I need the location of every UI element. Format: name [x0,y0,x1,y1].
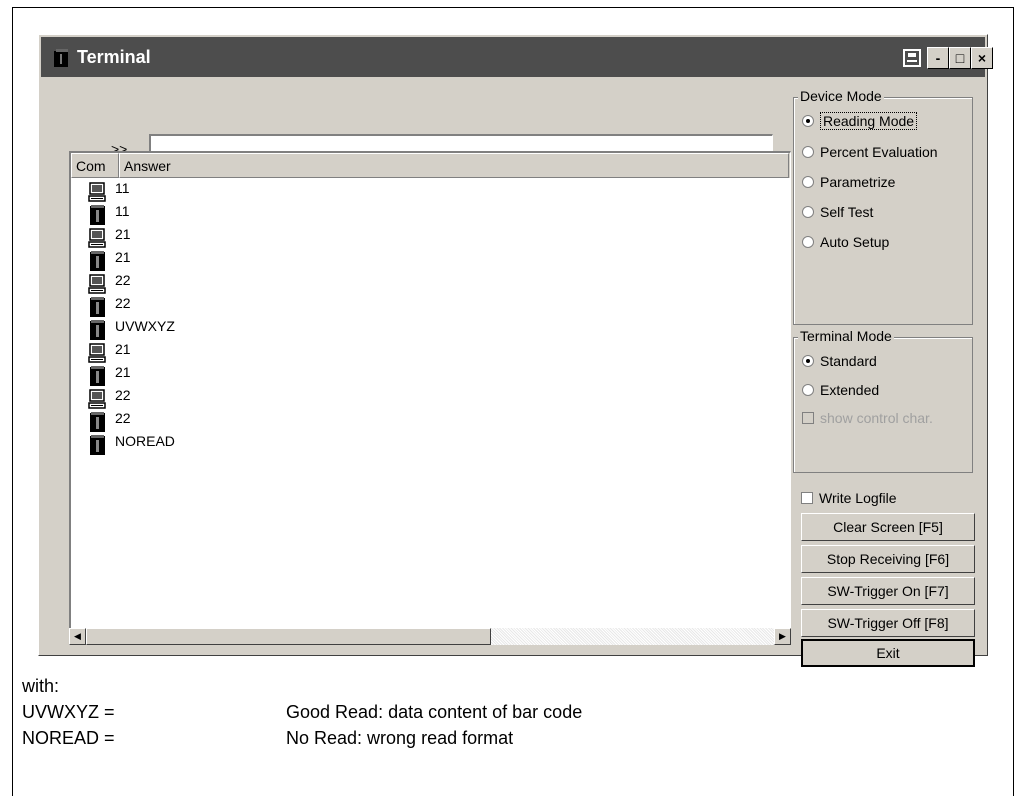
scanner-icon [87,320,107,340]
list-item[interactable]: 11 [71,203,790,226]
window-title: Terminal [77,47,151,67]
radio-label: Auto Setup [820,234,890,250]
radio-button-icon[interactable] [802,115,814,127]
scroll-left-button[interactable]: ◀ [69,628,86,645]
list-item[interactable]: 11 [71,180,790,203]
pc-icon [87,228,107,248]
checkbox-label: Write Logfile [819,490,897,506]
list-item-text: 21 [115,364,131,380]
radio-button-icon[interactable] [802,236,814,248]
list-item-text: 22 [115,295,131,311]
pc-icon [87,343,107,363]
sw-trigger-on-button[interactable]: SW-Trigger On [F7] [801,577,975,605]
list-item[interactable]: 21 [71,226,790,249]
close-button[interactable]: × [971,47,993,69]
pc-icon [87,274,107,294]
print-icon[interactable] [901,47,923,69]
scanner-icon [54,49,68,67]
list-item-text: 11 [115,203,130,219]
radio-auto-setup[interactable]: Auto Setup [802,231,889,253]
legend-intro: with: [22,676,60,696]
radio-label: Parametrize [820,174,896,190]
radio-self-test[interactable]: Self Test [802,201,873,223]
terminal-window: Terminal - □ × >> Com Answer 11 11 21 21 22 2… [38,34,993,667]
column-header-answer[interactable]: Answer [119,153,789,178]
legend-desc-noread: No Read: wrong read format [286,728,514,748]
list-item-text: UVWXYZ [115,318,175,334]
list-rows: 11 11 21 21 22 22 UVWXYZ 21 21 22 22 NOREAD [71,180,790,456]
checkbox-icon[interactable] [802,412,814,424]
list-item[interactable]: 21 [71,364,790,387]
radio-parametrize[interactable]: Parametrize [802,171,895,193]
radio-button-icon[interactable] [802,355,814,367]
radio-button-icon[interactable] [802,384,814,396]
title-bar: Terminal - □ × [41,37,993,77]
radio-percent-evaluation[interactable]: Percent Evaluation [802,141,938,163]
list-item-text: NOREAD [115,433,175,449]
scanner-icon [87,205,107,225]
list-item-text: 22 [115,272,131,288]
radio-extended[interactable]: Extended [802,379,879,401]
list-item-text: 21 [115,249,131,265]
list-header: Com Answer [71,153,790,178]
radio-button-icon[interactable] [802,146,814,158]
list-item-text: 21 [115,341,131,357]
scroll-thumb[interactable] [86,628,491,645]
radio-label: Self Test [820,204,874,220]
legend-desc-uvwxyz: Good Read: data content of bar code [286,702,583,722]
list-item[interactable]: 22 [71,272,790,295]
scroll-right-button[interactable]: ▶ [774,628,791,645]
radio-label: Percent Evaluation [820,144,938,160]
column-header-com[interactable]: Com [71,153,119,178]
list-item-text: 22 [115,387,131,403]
minimize-button[interactable]: - [927,47,949,69]
list-item[interactable]: UVWXYZ [71,318,790,341]
list-item[interactable]: 22 [71,387,790,410]
maximize-button[interactable]: □ [949,47,971,69]
list-item[interactable]: 21 [71,341,790,364]
legend-term-noread: NOREAD = [22,728,115,748]
horizontal-scrollbar[interactable]: ◀ ▶ [69,628,791,645]
exit-button[interactable]: Exit [801,639,975,667]
legend-term-uvwxyz: UVWXYZ = [22,702,115,722]
radio-label: Reading Mode [820,112,918,130]
pc-icon [87,182,107,202]
list-item[interactable]: 22 [71,295,790,318]
sw-trigger-off-button[interactable]: SW-Trigger Off [F8] [801,609,975,637]
radio-button-icon[interactable] [802,206,814,218]
checkbox-show-control-char[interactable]: show control char. [802,407,933,429]
checkbox-label: show control char. [820,410,933,426]
pc-icon [87,389,107,409]
control-panel: Device Mode Reading Mode Percent Evaluat… [793,81,977,667]
scanner-icon [87,297,107,317]
radio-standard[interactable]: Standard [802,350,877,372]
terminal-mode-group: Terminal Mode Standard Extended show con… [793,328,973,473]
list-item-text: 21 [115,226,131,242]
list-item-text: 22 [115,410,131,426]
radio-label: Extended [820,382,880,398]
list-item[interactable]: 21 [71,249,790,272]
radio-button-icon[interactable] [802,176,814,188]
scanner-icon [87,366,107,386]
checkbox-icon[interactable] [801,492,813,504]
answer-list[interactable]: Com Answer 11 11 21 21 22 22 UVWXYZ 21 21 22 22 NOR… [69,151,791,645]
list-item-text: 11 [115,180,130,196]
device-mode-group: Device Mode Reading Mode Percent Evaluat… [793,88,973,325]
list-item[interactable]: NOREAD [71,433,790,456]
checkbox-write-logfile[interactable]: Write Logfile [801,487,897,509]
terminal-mode-title: Terminal Mode [798,328,894,344]
radio-reading-mode[interactable]: Reading Mode [802,110,918,132]
scanner-icon [87,435,107,455]
scanner-icon [87,412,107,432]
radio-label: Standard [820,353,877,369]
list-item[interactable]: 22 [71,410,790,433]
stop-receiving-button[interactable]: Stop Receiving [F6] [801,545,975,573]
clear-screen-button[interactable]: Clear Screen [F5] [801,513,975,541]
scanner-icon [87,251,107,271]
device-mode-title: Device Mode [798,88,884,104]
print-icon-glyph [903,49,921,67]
scroll-track[interactable] [86,628,774,645]
